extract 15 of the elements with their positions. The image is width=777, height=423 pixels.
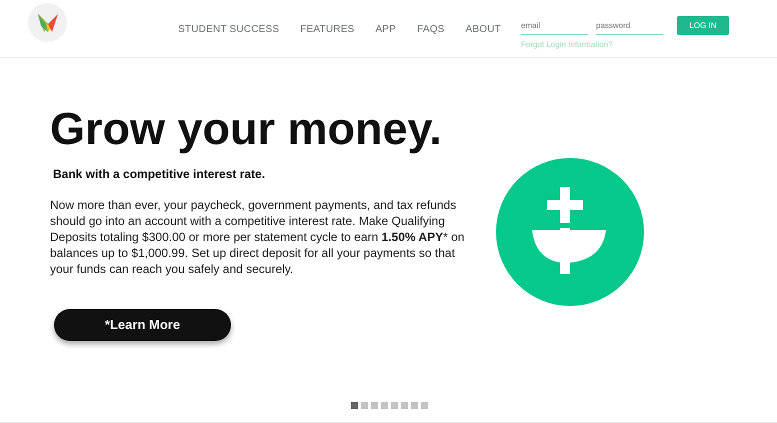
password-field[interactable]: password — [596, 16, 663, 35]
slide-indicator[interactable] — [350, 402, 358, 409]
nav-link[interactable]: ABOUT — [466, 22, 501, 37]
learn-more-button[interactable]: *Learn More — [54, 309, 231, 341]
nav-link[interactable]: FEATURES — [300, 22, 354, 37]
plant-icon — [496, 158, 644, 306]
hero-subtitle: Bank with a competitive interest rate. — [53, 166, 266, 183]
nav-link[interactable]: STUDENT SUCCESS — [178, 22, 280, 37]
nav-link[interactable]: FAQS — [417, 22, 445, 37]
hero-description: Now more than ever, your paycheck, government payments, and tax refunds should go into an account with a competitive interest rate. Make Qualifying Deposits totaling $300.00 or more per statement cycle to earn 1.50% APY* on balances up to $1,000.99. Set up direct deposit for all your payments so that your funds can reach you safely and securely. — [50, 197, 465, 277]
logo-icon — [38, 14, 58, 32]
hero-title: Grow your money. — [50, 103, 443, 155]
nav-link[interactable]: APP — [375, 22, 396, 37]
logo[interactable] — [28, 3, 67, 42]
email-field[interactable]: email — [521, 16, 588, 35]
